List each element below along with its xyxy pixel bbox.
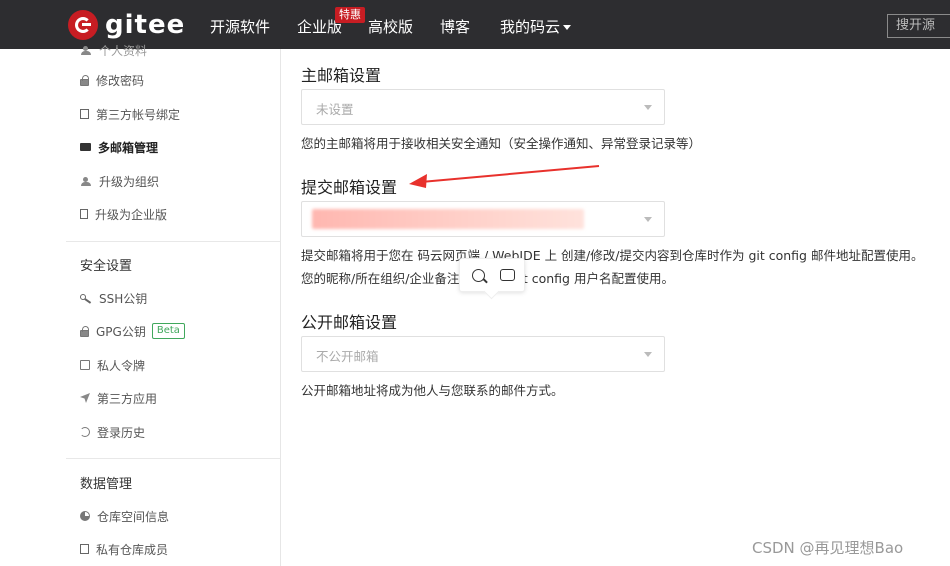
sidebar-item-ssh-key[interactable]: SSH公钥: [80, 289, 147, 307]
primary-email-hint: 您的主邮箱将用于接收相关安全通知（安全操作通知、异常登录记录等）: [301, 136, 702, 151]
watermark: CSDN @再见理想Bao: [752, 539, 904, 557]
key-icon: [80, 293, 92, 303]
token-icon: [80, 360, 90, 370]
pie-chart-icon: [80, 511, 90, 521]
logo-text: gitee: [105, 10, 186, 40]
sidebar-item-change-password[interactable]: 修改密码: [80, 71, 144, 89]
sidebar-section-data: 数据管理: [80, 477, 133, 492]
sidebar-item-upgrade-enterprise[interactable]: 升级为企业版: [80, 205, 167, 223]
public-email-title: 公开邮箱设置: [301, 313, 398, 332]
sidebar-item-gpg-key[interactable]: GPG公钥 Beta: [80, 322, 185, 340]
square-icon: [80, 544, 89, 554]
primary-email-value: 未设置: [316, 102, 354, 117]
nav-blog[interactable]: 博客: [440, 16, 470, 37]
sidebar-item-label: 升级为企业版: [95, 207, 168, 222]
commit-email-select[interactable]: [301, 201, 665, 237]
redacted-email: [312, 209, 584, 229]
sidebar-item-label: 多邮箱管理: [98, 140, 159, 155]
search-input[interactable]: 搜开源: [887, 14, 950, 38]
user-icon: [80, 46, 92, 55]
sidebar-divider: [66, 241, 280, 242]
caret-down-icon: [644, 105, 652, 110]
nav-my-gitee-label: 我的码云: [500, 18, 561, 36]
sidebar-item-label: SSH公钥: [99, 291, 148, 306]
commit-email-title: 提交邮箱设置: [301, 178, 398, 197]
sidebar-item-label: 私有仓库成员: [96, 542, 169, 557]
comment-icon[interactable]: [500, 269, 515, 281]
lock-icon: [80, 74, 89, 86]
nav-open-source[interactable]: 开源软件: [210, 16, 270, 37]
gitee-logo-icon: [68, 10, 98, 40]
sidebar-item-profile[interactable]: 个人资料: [80, 41, 147, 59]
public-email-hint: 公开邮箱地址将成为他人与您联系的邮件方式。: [301, 383, 564, 398]
sidebar-item-upgrade-org[interactable]: 升级为组织: [80, 172, 159, 190]
sidebar-divider: [66, 458, 280, 459]
hint-text: 您的昵称/所在组织/企业备注: [301, 271, 460, 286]
mail-icon: [80, 143, 91, 151]
sidebar-section-security: 安全设置: [80, 259, 133, 274]
nav-university[interactable]: 高校版: [368, 16, 413, 37]
public-email-value: 不公开邮箱: [316, 349, 379, 364]
sidebar-item-label: 私人令牌: [97, 358, 146, 373]
caret-down-icon: [644, 217, 652, 222]
sidebar-item-label: 第三方应用: [97, 391, 158, 406]
chevron-down-icon: [563, 25, 572, 30]
email-settings-main: 主邮箱设置 未设置 您的主邮箱将用于接收相关安全通知（安全操作通知、异常登录记录…: [281, 49, 950, 566]
primary-email-select[interactable]: 未设置: [301, 89, 665, 125]
history-icon: [80, 427, 90, 437]
sidebar-item-repo-space[interactable]: 仓库空间信息: [80, 507, 169, 525]
book-icon: [80, 209, 88, 219]
sidebar-item-label: 仓库空间信息: [97, 509, 170, 524]
settings-sidebar: 个人资料 修改密码 第三方帐号绑定 多邮箱管理 升级为组织 升级为企业版 安全设…: [66, 44, 281, 566]
selection-popover: [459, 258, 525, 292]
red-arrow-annotation: [409, 165, 600, 188]
square-icon: [80, 109, 89, 119]
commit-email-hint: 提交邮箱将用于您在 码云网页端 / WebIDE 上 创建/修改/提交内容到仓库…: [301, 248, 924, 263]
sidebar-item-private-token[interactable]: 私人令牌: [80, 356, 145, 374]
sidebar-item-private-members[interactable]: 私有仓库成员: [80, 540, 168, 558]
caret-down-icon: [644, 352, 652, 357]
sidebar-item-label: 升级为组织: [99, 174, 160, 189]
sidebar-item-label: 第三方帐号绑定: [96, 107, 181, 122]
nav-my-gitee[interactable]: 我的码云: [500, 16, 572, 37]
hot-badge: 特惠: [335, 7, 365, 23]
sidebar-item-label: 登录历史: [97, 425, 146, 440]
sidebar-item-third-party-apps[interactable]: 第三方应用: [80, 389, 157, 407]
sidebar-item-label: GPG公钥: [96, 324, 146, 339]
sidebar-item-label: 修改密码: [96, 73, 145, 88]
sidebar-item-login-history[interactable]: 登录历史: [80, 423, 145, 441]
hint-text: git config 用户名配置使用。: [511, 271, 674, 286]
public-email-select[interactable]: 不公开邮箱: [301, 336, 665, 372]
lock-icon: [80, 325, 89, 337]
rocket-icon: [80, 393, 90, 403]
gitee-logo[interactable]: gitee: [68, 9, 185, 41]
sidebar-item-multi-email[interactable]: 多邮箱管理: [80, 138, 158, 156]
users-icon: [80, 177, 92, 186]
primary-email-title: 主邮箱设置: [301, 66, 382, 85]
beta-badge: Beta: [151, 323, 185, 339]
sidebar-item-third-party-binding[interactable]: 第三方帐号绑定: [80, 105, 180, 123]
search-icon[interactable]: [472, 269, 485, 282]
sidebar-item-label: 个人资料: [99, 43, 148, 58]
